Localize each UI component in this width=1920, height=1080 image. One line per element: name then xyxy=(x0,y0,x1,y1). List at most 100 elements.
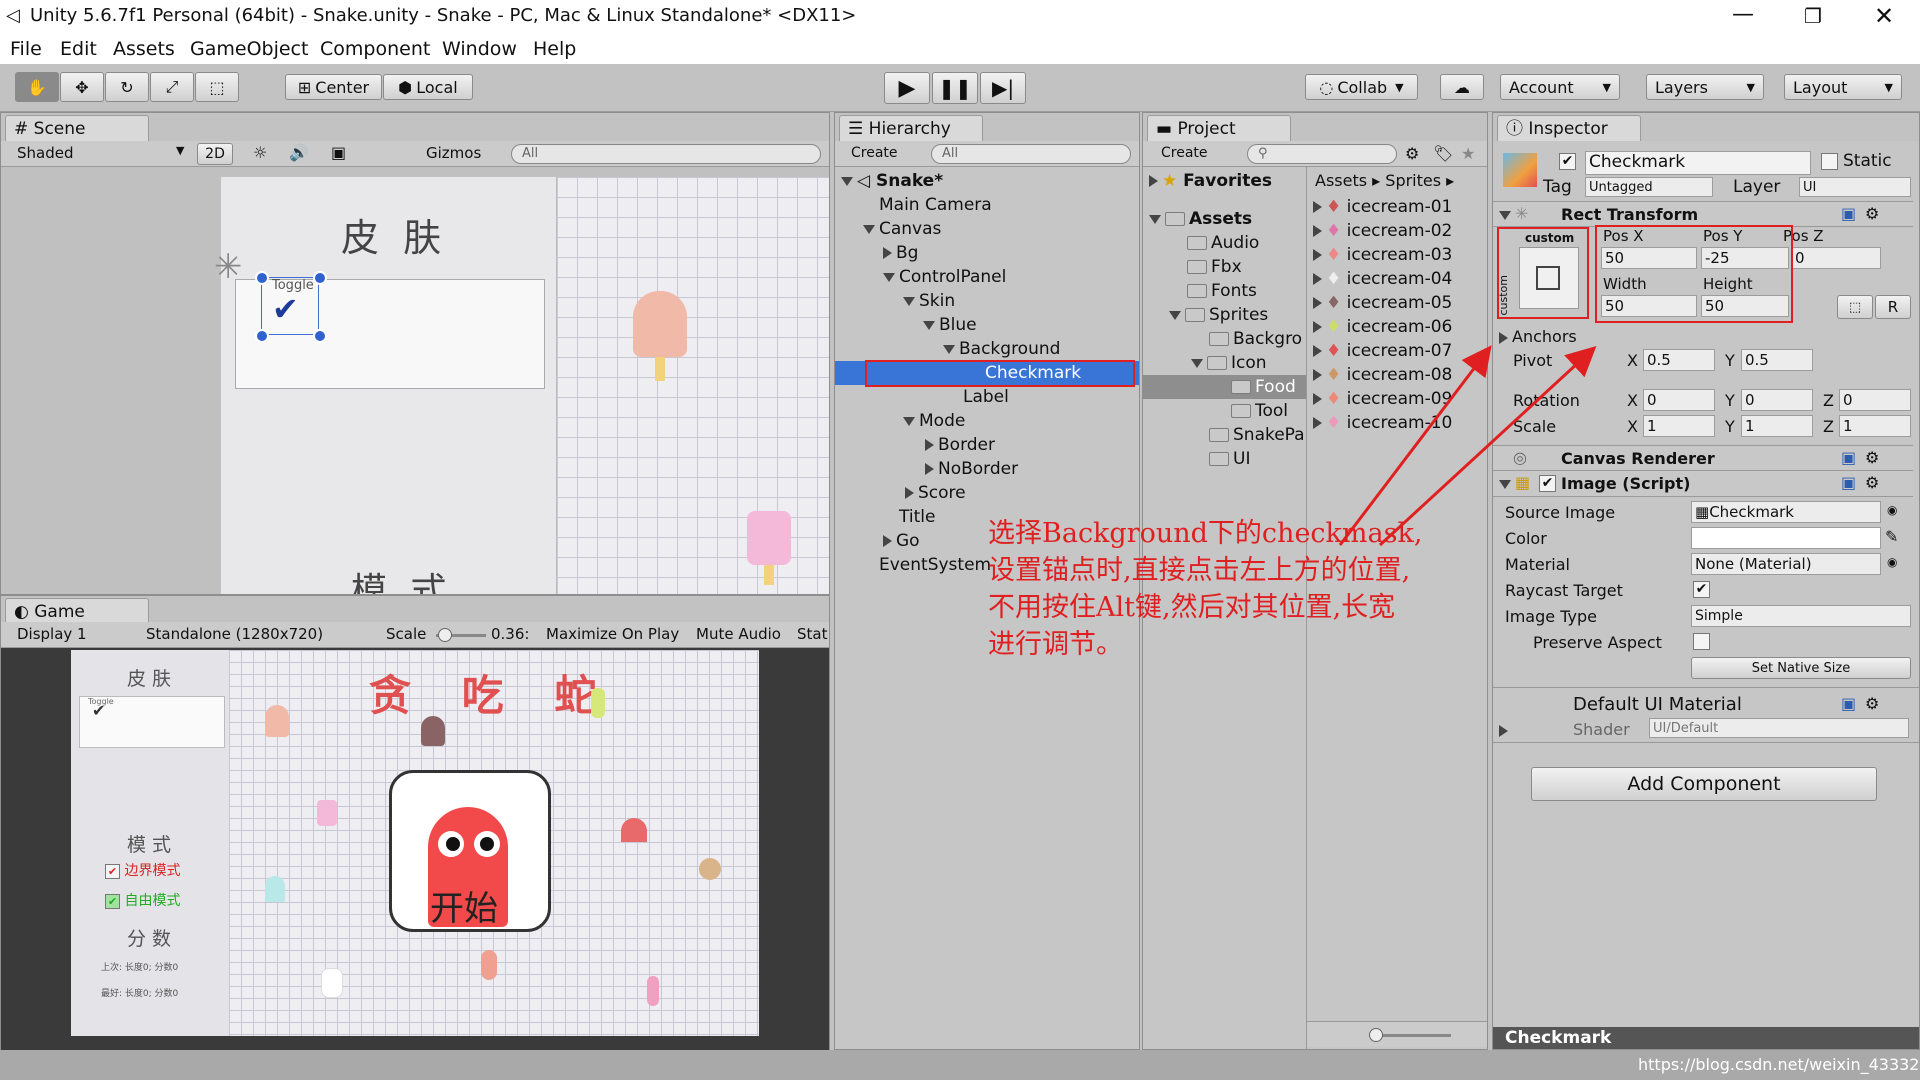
blueprint-mode-icon[interactable]: ⬚ xyxy=(1837,295,1873,319)
shader-dropdown[interactable]: UI/Default xyxy=(1649,718,1909,738)
hierarchy-item-canvas[interactable]: Canvas xyxy=(863,219,941,239)
light-icon[interactable]: ☼ xyxy=(253,143,267,162)
scene-view[interactable]: 皮 肤 Toggle ✔ 模 式 ✳ xyxy=(1,167,829,594)
icon-size-slider-thumb[interactable] xyxy=(1369,1028,1383,1042)
source-image-field[interactable]: ▦Checkmark xyxy=(1691,501,1881,523)
pivot-local-button[interactable]: ⬢ Local xyxy=(383,74,473,100)
tab-hierarchy[interactable]: ☰ Hierarchy xyxy=(839,115,983,143)
maximize-on-play-toggle[interactable]: Maximize On Play xyxy=(546,625,679,643)
folder-fbx[interactable]: Fbx xyxy=(1187,257,1242,277)
rect-transform-header[interactable]: ✳ Rect Transform ▣ ⚙ xyxy=(1493,201,1913,227)
set-native-size-button[interactable]: Set Native Size xyxy=(1691,657,1911,679)
anchor-icon[interactable]: ✳ xyxy=(214,247,243,287)
file-item[interactable]: ♦ icecream-07 xyxy=(1313,341,1452,361)
folder-icon-folder[interactable]: Icon xyxy=(1191,353,1267,373)
pivot-x-input[interactable]: 0.5 xyxy=(1643,349,1715,371)
scale-z-input[interactable]: 1 xyxy=(1839,415,1911,437)
menu-component[interactable]: Component xyxy=(320,38,430,60)
project-create-button[interactable]: Create xyxy=(1161,145,1208,161)
hierarchy-item-border[interactable]: Border xyxy=(925,435,995,455)
hierarchy-search-input[interactable]: All xyxy=(931,144,1131,164)
tab-inspector[interactable]: ⓘ Inspector xyxy=(1497,115,1641,143)
image-script-header[interactable]: ▦ ✔ Image (Script) ▣ ⚙ xyxy=(1493,471,1913,497)
object-picker-icon[interactable]: ◉ xyxy=(1887,503,1897,517)
help-icon[interactable]: ▣ xyxy=(1841,473,1856,492)
pivot-y-input[interactable]: 0.5 xyxy=(1741,349,1813,371)
hierarchy-item-label[interactable]: Label xyxy=(963,387,1009,407)
layer-dropdown[interactable]: UI xyxy=(1799,177,1911,197)
scene-root-item[interactable]: ◁ Snake* xyxy=(841,171,943,191)
folder-audio[interactable]: Audio xyxy=(1187,233,1259,253)
assets-root-item[interactable]: Assets xyxy=(1149,209,1252,229)
posz-input[interactable]: 0 xyxy=(1791,247,1881,269)
menu-assets[interactable]: Assets xyxy=(113,38,175,60)
settings-gear-icon[interactable]: ⚙ xyxy=(1865,694,1879,713)
minimize-icon[interactable]: — xyxy=(1732,2,1754,27)
scale-x-input[interactable]: 1 xyxy=(1643,415,1715,437)
file-item[interactable]: ♦ icecream-02 xyxy=(1313,221,1452,241)
image-enabled-checkbox[interactable]: ✔ xyxy=(1539,475,1556,492)
rect-tool-icon[interactable]: ⬚ xyxy=(195,72,239,102)
image-type-dropdown[interactable]: Simple xyxy=(1691,605,1911,627)
rect-handle-br[interactable] xyxy=(313,329,327,343)
pivot-center-button[interactable]: ⊞ Center xyxy=(285,74,382,100)
help-icon[interactable]: ▣ xyxy=(1841,448,1856,467)
gizmos-dropdown[interactable]: Gizmos xyxy=(426,144,481,162)
file-item[interactable]: ♦ icecream-01 xyxy=(1313,197,1452,217)
hierarchy-item-noborder[interactable]: NoBorder xyxy=(925,459,1018,479)
mode-border-option[interactable]: ✔ 边界模式 xyxy=(105,860,180,880)
breadcrumb-assets[interactable]: Assets xyxy=(1315,171,1367,190)
scene-search-input[interactable]: All xyxy=(511,144,821,164)
raw-edit-button[interactable]: R xyxy=(1875,295,1911,319)
color-swatch[interactable] xyxy=(1691,527,1881,549)
gameobject-name-input[interactable]: Checkmark xyxy=(1585,151,1811,175)
menu-edit[interactable]: Edit xyxy=(60,38,97,60)
settings-gear-icon[interactable]: ⚙ xyxy=(1865,204,1879,223)
breadcrumb-sprites[interactable]: Sprites xyxy=(1385,171,1441,190)
icon-size-slider[interactable] xyxy=(1371,1034,1451,1037)
rotate-tool-icon[interactable]: ↻ xyxy=(105,72,149,102)
menu-gameobject[interactable]: GameObject xyxy=(190,38,308,60)
settings-gear-icon[interactable]: ⚙ xyxy=(1865,448,1879,467)
maximize-icon[interactable]: ❐ xyxy=(1804,4,1822,28)
rect-handle-tr[interactable] xyxy=(313,271,327,285)
rotation-x-input[interactable]: 0 xyxy=(1643,389,1715,411)
hierarchy-item-eventsystem[interactable]: EventSystem xyxy=(879,555,991,575)
filter-type-icon[interactable]: ⚙ xyxy=(1405,144,1419,163)
resolution-dropdown[interactable]: Standalone (1280x720) xyxy=(146,625,323,643)
folder-fonts[interactable]: Fonts xyxy=(1187,281,1257,301)
close-icon[interactable]: ✕ xyxy=(1874,2,1894,30)
hierarchy-item-score[interactable]: Score xyxy=(905,483,966,503)
file-item[interactable]: ♦ icecream-06 xyxy=(1313,317,1452,337)
start-button[interactable]: 开始 xyxy=(389,770,551,932)
stats-toggle[interactable]: Stat xyxy=(797,625,827,643)
audio-icon[interactable]: 🔊 xyxy=(289,143,309,162)
image-effects-icon[interactable]: ▣ xyxy=(331,143,346,162)
filter-label-icon[interactable]: 🏷 xyxy=(1433,144,1453,163)
menu-file[interactable]: File xyxy=(10,38,42,60)
hierarchy-item-background[interactable]: Background xyxy=(943,339,1060,359)
hierarchy-item-mode[interactable]: Mode xyxy=(903,411,965,431)
object-picker-icon[interactable]: ◉ xyxy=(1887,555,1897,569)
hierarchy-create-button[interactable]: Create xyxy=(851,145,898,161)
mute-audio-toggle[interactable]: Mute Audio xyxy=(696,625,781,643)
file-item[interactable]: ♦ icecream-10 xyxy=(1313,413,1452,433)
add-component-button[interactable]: Add Component xyxy=(1531,767,1877,801)
2d-toggle[interactable]: 2D xyxy=(197,143,233,165)
rotation-y-input[interactable]: 0 xyxy=(1741,389,1813,411)
preserve-aspect-checkbox[interactable] xyxy=(1693,633,1710,650)
file-item[interactable]: ♦ icecream-04 xyxy=(1313,269,1452,289)
hierarchy-item-main-camera[interactable]: Main Camera xyxy=(879,195,992,215)
layers-dropdown[interactable]: Layers ▼ xyxy=(1646,74,1764,100)
material-field[interactable]: None (Material) xyxy=(1691,553,1881,575)
menu-help[interactable]: Help xyxy=(533,38,576,60)
layout-dropdown[interactable]: Layout ▼ xyxy=(1784,74,1902,100)
menu-window[interactable]: Window xyxy=(442,38,517,60)
tag-dropdown[interactable]: Untagged xyxy=(1585,177,1713,197)
hierarchy-item-blue[interactable]: Blue xyxy=(923,315,977,335)
game-screen[interactable]: 皮 肤 Toggle ✔ 模 式 ✔ 边界模式 ✔ 自由模式 分 数 上次: 长… xyxy=(71,650,759,1036)
folder-sprites[interactable]: Sprites xyxy=(1169,305,1268,325)
help-icon[interactable]: ▣ xyxy=(1841,694,1856,713)
tab-game[interactable]: ◐ Game xyxy=(5,598,149,624)
file-item[interactable]: ♦ icecream-05 xyxy=(1313,293,1452,313)
